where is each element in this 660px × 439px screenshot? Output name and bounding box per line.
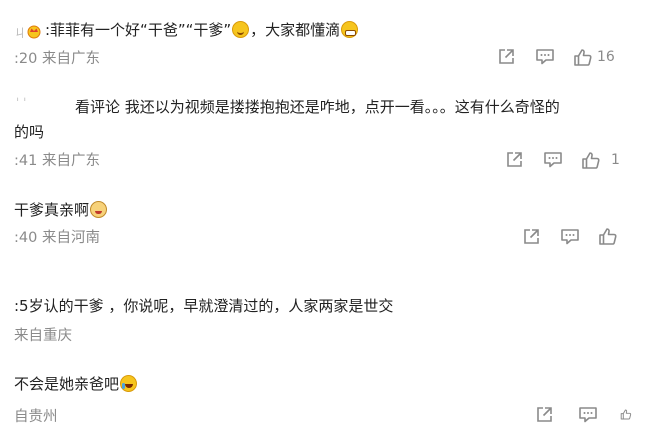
comment-1-like-count: 16 [597,49,615,65]
comment-icon [536,49,554,65]
comment-icon [579,407,597,423]
thumbs-up-icon [599,228,617,245]
dog-emoji-icon [90,201,108,218]
comment-2-like-count: 1 [611,152,620,168]
comment-2-share-button[interactable] [505,150,524,169]
laugh-cry-emoji-icon [120,375,138,392]
comment-5-reply-button[interactable] [578,405,598,424]
comment-4-text: :5岁认的干爹 ，你说呢，早就澄清过的，人家两家是世交 [14,297,394,315]
share-icon [524,229,539,244]
thumbs-up-icon [620,409,632,420]
comment-5-like-button[interactable] [620,405,632,424]
comment-2-reply-button[interactable] [543,150,563,169]
comment-2-text-line2: 的吗 [14,123,45,141]
comment-3-share-button[interactable] [522,227,541,246]
comment-5-text-body: 不会是她亲爸吧 [14,375,120,393]
cropped-username-fragment: ˈ ˈ [16,96,27,110]
comment-1-like-button[interactable]: 16 [573,47,615,67]
comment-1-text: :菲菲有一个好“干爸”“干爹” ，大家都懂滴 [45,20,359,40]
comment-3-meta: :40 来自河南 [14,230,100,246]
comment-5-share-button[interactable] [535,405,554,424]
comment-1-meta: :20 来自广东 [14,51,100,67]
comment-icon [561,229,579,245]
comment-5-text: 不会是她亲爸吧 [14,374,138,394]
comment-2-like-button[interactable]: 1 [581,150,620,170]
comment-1-text-prefix: :菲菲有一个好“干爸”“干爹” [45,21,232,39]
share-icon [499,49,514,64]
comment-3-like-button[interactable] [598,227,618,246]
comment-5-meta: 自贵州 [14,409,58,425]
comment-3-text-body: 干爹真亲啊 [14,201,90,219]
comment-3-text: 干爹真亲啊 [14,200,108,220]
comment-4-meta: 来自重庆 [14,328,72,344]
comment-icon [544,152,562,168]
share-icon [537,407,552,422]
comment-1-text-suffix: ，大家都懂滴 [250,21,341,39]
comment-1-share-button[interactable] [497,47,516,66]
smile-emoji-icon [232,21,250,38]
comment-1-reply-button[interactable] [535,47,555,66]
share-icon [507,152,522,167]
grin-emoji-icon [341,21,359,38]
comment-3-reply-button[interactable] [560,227,580,246]
comment-2-meta: :41 来自广东 [14,153,100,169]
thumbs-up-icon [582,151,600,169]
comment-2-text-line1: 看评论 我还以为视频是搂搂抱抱还是咋地，点开一看。。。这有什么奇怪的 [75,98,560,116]
crown-badge-icon [27,25,41,39]
thumbs-up-icon [574,48,592,66]
